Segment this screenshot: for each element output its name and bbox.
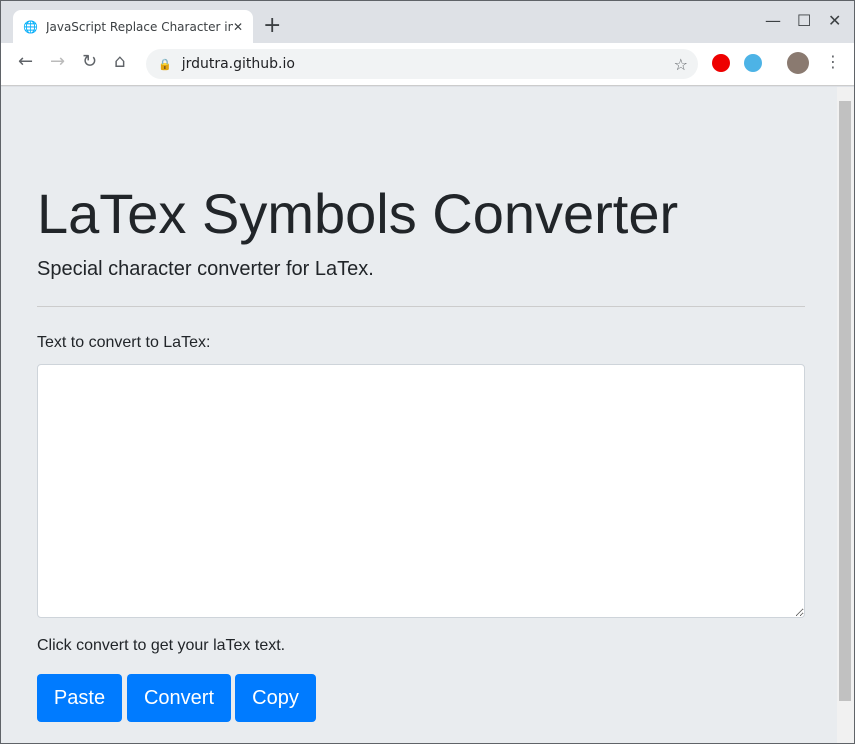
- tab-active[interactable]: 🌐 JavaScript Replace Character in ✕: [13, 10, 253, 44]
- tab-bar: 🌐 JavaScript Replace Character in ✕ + — …: [1, 1, 854, 44]
- copy-button[interactable]: Copy: [235, 674, 316, 722]
- divider: [37, 306, 805, 307]
- new-tab-icon[interactable]: +: [263, 13, 281, 38]
- address-bar[interactable]: 🔒 jrdutra.github.io ☆: [146, 49, 698, 79]
- page-content: LaTex Symbols Converter Special characte…: [1, 87, 837, 743]
- input-label: Text to convert to LaTex:: [37, 334, 211, 351]
- home-icon[interactable]: ⌂: [114, 51, 125, 72]
- lock-icon: 🔒: [158, 57, 172, 71]
- page-title: LaTex Symbols Converter: [37, 182, 679, 245]
- back-icon[interactable]: ←: [18, 51, 33, 72]
- output-label: Click convert to get your laTex text.: [37, 637, 286, 654]
- globe-icon: 🌐: [23, 20, 38, 34]
- close-tab-icon[interactable]: ✕: [233, 20, 243, 34]
- toolbar: ← → ↻ ⌂ 🔒 jrdutra.github.io ☆ ⋮: [1, 43, 854, 86]
- minimize-icon[interactable]: —: [765, 11, 781, 30]
- close-window-icon[interactable]: ✕: [828, 11, 841, 30]
- avatar[interactable]: [787, 52, 809, 74]
- page-lead: Special character converter for LaTex.: [37, 258, 374, 280]
- adblock-extension-icon[interactable]: [712, 54, 730, 72]
- bookmark-star-icon[interactable]: ☆: [674, 55, 688, 74]
- forward-icon[interactable]: →: [50, 51, 65, 72]
- cloud-extension-icon[interactable]: [744, 54, 762, 72]
- tab-title: JavaScript Replace Character in: [45, 20, 233, 34]
- maximize-icon[interactable]: ☐: [797, 11, 811, 30]
- scrollbar[interactable]: [837, 87, 854, 743]
- text-input[interactable]: [37, 364, 805, 618]
- scrollbar-thumb[interactable]: [839, 101, 851, 701]
- reload-icon[interactable]: ↻: [82, 51, 97, 72]
- url-text: jrdutra.github.io: [181, 56, 295, 72]
- paste-button[interactable]: Paste: [37, 674, 122, 722]
- menu-icon[interactable]: ⋮: [825, 52, 841, 71]
- convert-button[interactable]: Convert: [127, 674, 231, 722]
